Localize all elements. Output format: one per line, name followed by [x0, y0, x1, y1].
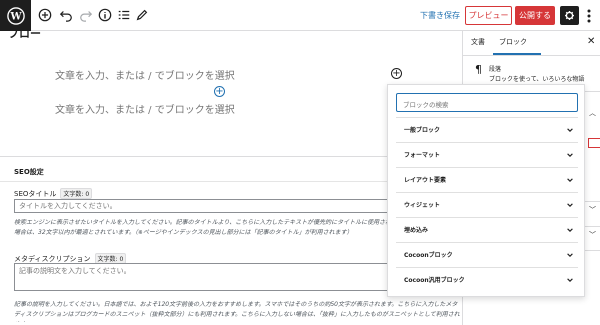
close-icon[interactable]: ✕ [587, 36, 595, 47]
block-search-input[interactable]: ブロックの検索 [396, 93, 578, 112]
color-indicator [588, 138, 600, 148]
edit-icon[interactable] [134, 7, 150, 23]
editor-toolbar: W 下書き保存 プレビュー 公開する [0, 0, 600, 31]
seo-title-label: SEOタイトル 文字数: 0 [14, 188, 93, 199]
seo-title-count: 文字数: 0 [60, 188, 93, 199]
chevron-up-icon[interactable]: ︿ [589, 108, 596, 118]
block-description: ブロックを使って、いろいろな物語 [489, 76, 585, 83]
meta-description-label-text: メタディスクリプション [14, 255, 91, 263]
chevron-down-icon [567, 277, 573, 282]
category-widgets[interactable]: ウィジェット [396, 192, 578, 216]
svg-text:W: W [9, 11, 22, 22]
category-layout[interactable]: レイアウト要素 [396, 167, 578, 191]
publish-button[interactable]: 公開する [515, 6, 555, 25]
category-label: レイアウト要素 [404, 177, 447, 184]
category-cocoon-generic-blocks[interactable]: Cocoon汎用ブロック [396, 267, 578, 291]
post-title[interactable]: ブロー [8, 31, 41, 41]
block-appender-plus-icon[interactable]: + [214, 86, 225, 97]
block-name: 段落 [489, 66, 502, 73]
save-draft-button[interactable]: 下書き保存 [420, 10, 460, 21]
block-inserter-plus-icon[interactable]: + [391, 68, 402, 79]
seo-title-label-text: SEOタイトル [14, 190, 57, 198]
category-general[interactable]: 一般ブロック [396, 117, 578, 141]
add-block-icon[interactable] [37, 7, 53, 23]
list-view-icon[interactable] [116, 7, 132, 23]
tab-document[interactable]: 文書 [471, 37, 485, 47]
redo-icon[interactable] [78, 7, 94, 23]
tab-block[interactable]: ブロック [499, 37, 527, 47]
gear-icon[interactable] [560, 6, 579, 25]
block-editor-screen: W 下書き保存 プレビュー 公開する ブロー 文章を入力、または / でブロック… [0, 0, 600, 325]
category-label: 一般ブロック [404, 127, 441, 134]
paragraph-placeholder[interactable]: 文章を入力、または / でブロックを選択 [55, 101, 235, 116]
wordpress-icon[interactable]: W [0, 0, 31, 31]
paragraph-placeholder[interactable]: 文章を入力、または / でブロックを選択 [55, 67, 235, 82]
chevron-down-icon [567, 177, 573, 182]
more-icon[interactable] [583, 7, 595, 24]
category-label: Cocoon汎用ブロック [404, 277, 465, 284]
category-formatting[interactable]: フォーマット [396, 142, 578, 166]
category-label: ウィジェット [404, 202, 441, 209]
info-icon[interactable] [97, 7, 113, 23]
chevron-down-icon [567, 252, 573, 257]
meta-description-help: 記事の説明を入力してください。日本語では、およそ120文字前後の入力をおすすめし… [14, 301, 460, 322]
chevron-down-icon [567, 152, 573, 157]
undo-icon[interactable] [58, 7, 74, 23]
category-label: フォーマット [404, 152, 441, 159]
divider [463, 55, 600, 56]
paragraph-icon: ¶ [475, 63, 482, 76]
preview-button[interactable]: プレビュー [465, 6, 512, 25]
category-label: Cocoonブロック [404, 252, 453, 259]
category-embeds[interactable]: 埋め込み [396, 217, 578, 241]
category-label: 埋め込み [404, 227, 429, 234]
chevron-down-icon[interactable]: ﹀ [589, 205, 596, 215]
block-inserter-popover: ブロックの検索 一般ブロック フォーマット レイアウト要素 ウィジェット 埋め込… [387, 84, 585, 297]
chevron-down-icon[interactable]: ﹀ [589, 230, 596, 240]
chevron-down-icon [567, 202, 573, 207]
category-cocoon-blocks[interactable]: Cocoonブロック [396, 242, 578, 266]
chevron-down-icon [567, 227, 573, 232]
chevron-down-icon [567, 127, 573, 132]
seo-heading: SEO設定 [14, 168, 44, 176]
